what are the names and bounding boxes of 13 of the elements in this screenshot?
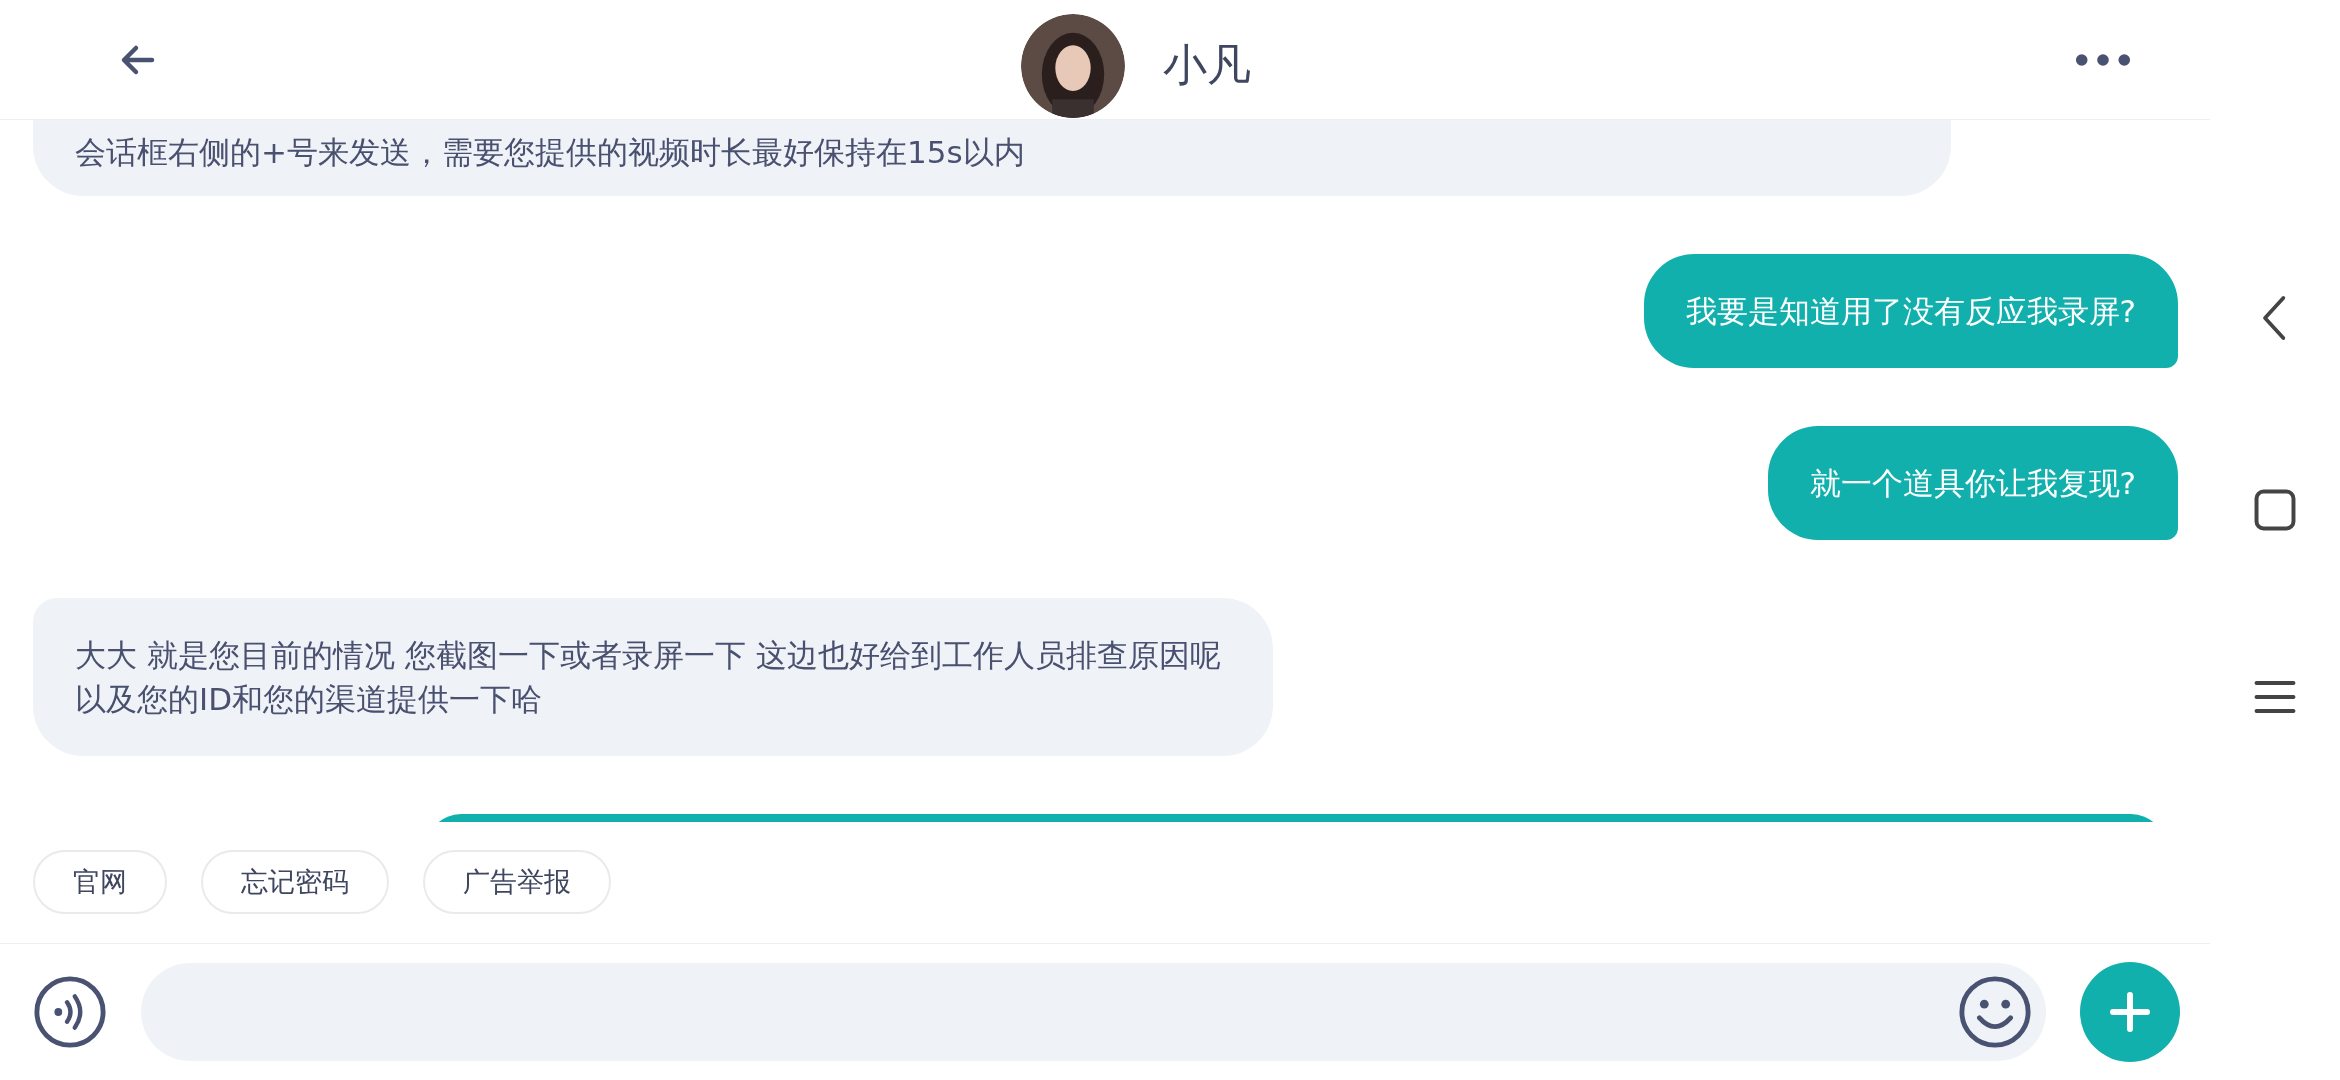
message-bubble: 会话框右侧的+号来发送，需要您提供的视频时长最好保持在15s以内 [33, 120, 1951, 196]
voice-icon[interactable] [33, 975, 107, 1049]
more-icon[interactable] [2074, 51, 2132, 68]
add-button[interactable] [2080, 962, 2180, 1062]
contact-name: 小凡 [1163, 38, 1251, 92]
quick-reply-chip[interactable]: 忘记密码 [201, 849, 389, 914]
quick-reply-chip[interactable]: 广告举报 [423, 849, 611, 914]
emoji-icon[interactable] [1958, 975, 2032, 1049]
quick-reply-chip[interactable]: 官网 [33, 849, 167, 914]
message-bubble: 我要是知道用了没有反应我录屏? [1643, 254, 2178, 368]
message-bubble: 就一个道具你让我复现? [1767, 426, 2178, 540]
message-bubble: 大大 就是您目前的情况 您截图一下或者录屏一下 这边也好给到工作人员排查原因呢以及您的ID和您的渠道提供一下哈 [33, 598, 1273, 756]
home-icon[interactable] [2253, 488, 2297, 532]
